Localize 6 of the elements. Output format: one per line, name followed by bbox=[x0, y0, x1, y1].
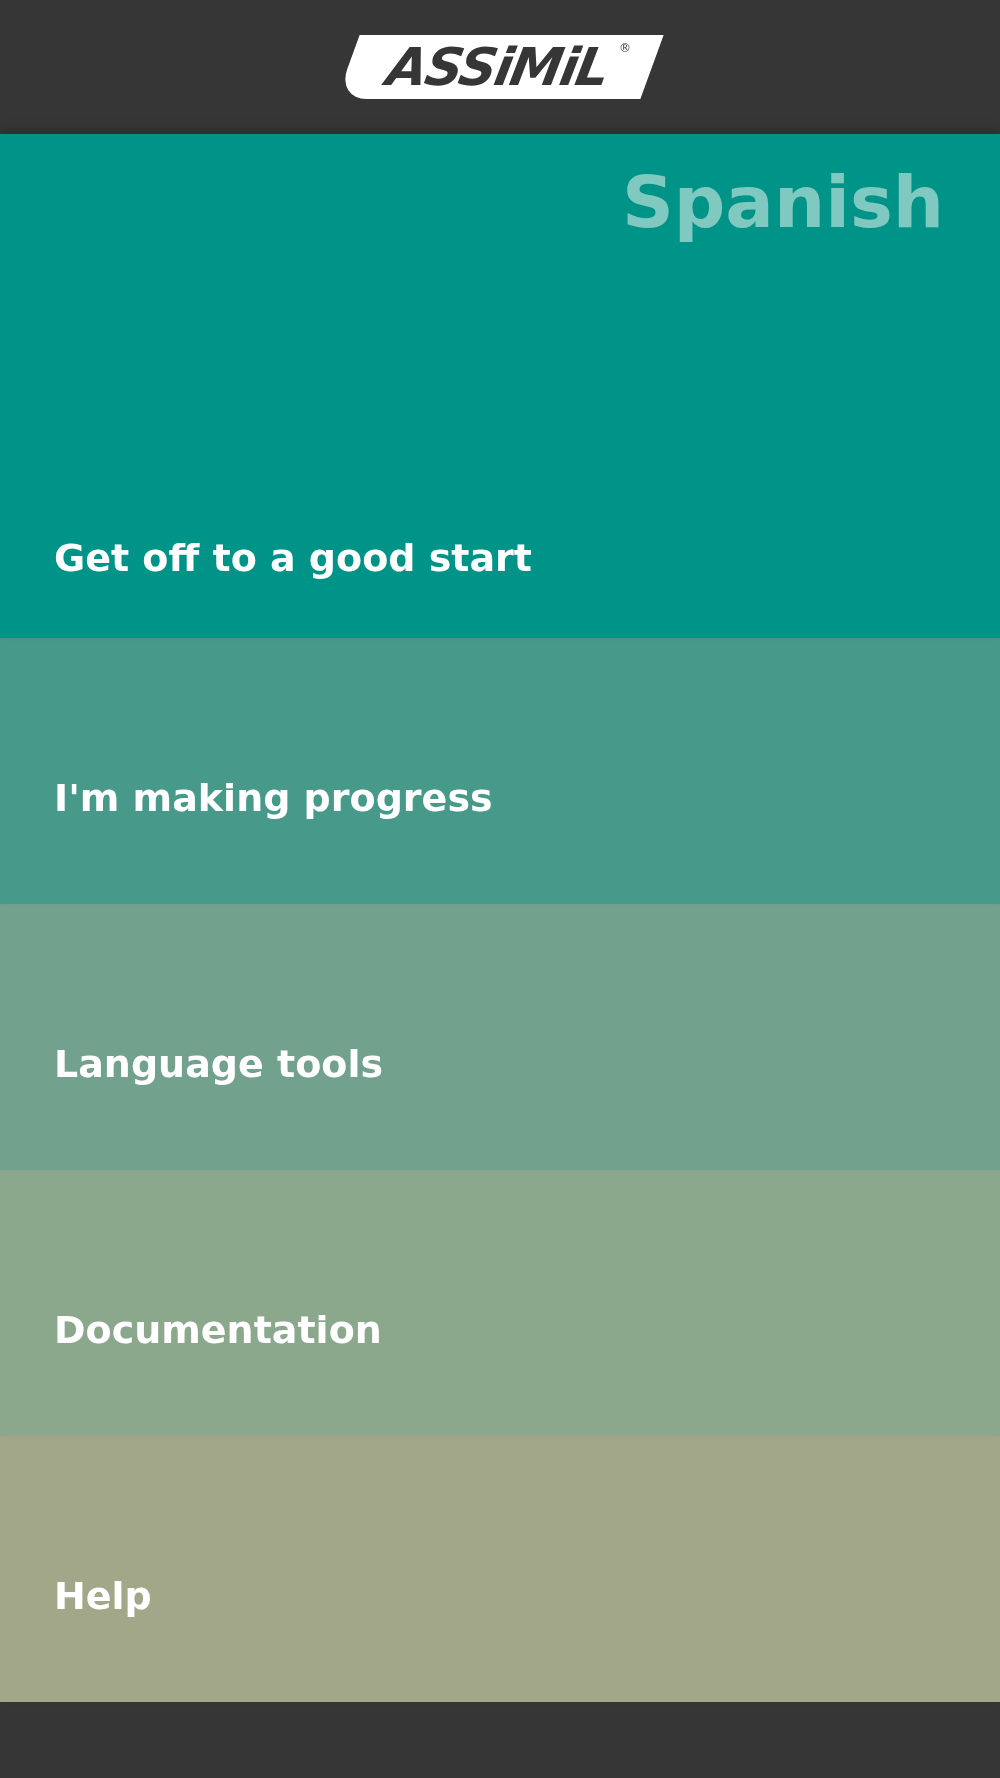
menu-item[interactable]: Help bbox=[0, 1436, 1000, 1702]
menu-item[interactable]: Documentation bbox=[0, 1170, 1000, 1436]
menu-item[interactable]: Language tools bbox=[0, 904, 1000, 1170]
course-title: Spanish bbox=[621, 160, 944, 244]
menu-item[interactable]: Spanish Get off to a good start bbox=[0, 134, 1000, 638]
menu-item[interactable]: I'm making progress bbox=[0, 638, 1000, 904]
